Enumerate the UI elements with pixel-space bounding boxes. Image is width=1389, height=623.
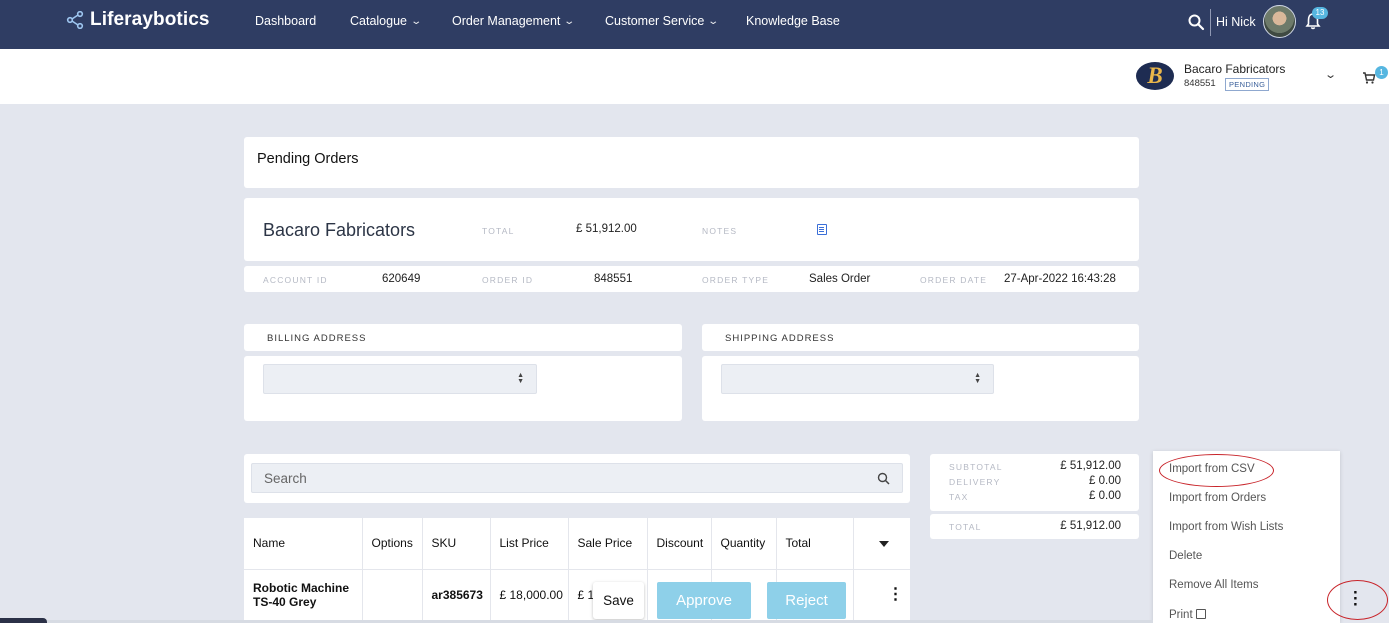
nav-catalogue[interactable]: Catalogue ⌄ xyxy=(350,14,423,28)
total-value: £ 51,912.00 xyxy=(576,223,637,235)
col-list-price[interactable]: List Price xyxy=(490,518,569,569)
account-bar xyxy=(0,49,1389,104)
order-type-value: Sales Order xyxy=(809,273,871,285)
delivery-label: DELIVERY xyxy=(949,477,1001,487)
top-navbar: Liferaybotics Dashboard Catalogue ⌄ Order… xyxy=(0,0,1389,49)
nav-dashboard[interactable]: Dashboard xyxy=(255,14,316,28)
search-icon[interactable] xyxy=(877,472,890,485)
col-sku[interactable]: SKU xyxy=(422,518,491,569)
order-id-value: 848551 xyxy=(594,273,633,285)
delivery-value: £ 0.00 xyxy=(1089,475,1121,487)
select-arrows-icon: ▲ ▼ xyxy=(974,372,981,385)
notification-badge: 13 xyxy=(1312,7,1328,19)
summary-total-value: £ 51,912.00 xyxy=(1060,520,1121,532)
order-date-label: ORDER DATE xyxy=(920,275,988,285)
share-icon xyxy=(66,11,84,29)
cart-badge: 1 xyxy=(1375,66,1388,79)
chevron-down-icon: ⌄ xyxy=(707,15,720,27)
notes-icon[interactable] xyxy=(817,224,827,235)
order-date-value: 27-Apr-2022 16:43:28 xyxy=(1004,273,1116,285)
account-id-value: 620649 xyxy=(382,273,421,285)
status-badge: PENDING xyxy=(1225,78,1270,91)
search-icon[interactable] xyxy=(1187,13,1205,31)
nav-order-management[interactable]: Order Management ⌄ xyxy=(452,14,576,28)
subtotal-label: SUBTOTAL xyxy=(949,462,1003,472)
item-sku: ar385673 xyxy=(422,568,491,621)
search-input[interactable]: Search xyxy=(251,463,903,493)
order-type-label: ORDER TYPE xyxy=(702,275,770,285)
col-total[interactable]: Total xyxy=(776,518,854,569)
chevron-down-icon[interactable]: ⌄ xyxy=(1324,68,1337,81)
order-company-name: Bacaro Fabricators xyxy=(263,220,416,240)
nav-knowledge-base[interactable]: Knowledge Base xyxy=(746,14,840,28)
billing-address-label: BILLING ADDRESS xyxy=(267,333,367,344)
col-sale-price[interactable]: Sale Price xyxy=(568,518,648,569)
menu-import-orders[interactable]: Import from Orders xyxy=(1169,492,1266,504)
item-list-price: £ 18,000.00 xyxy=(490,568,569,621)
tax-value: £ 0.00 xyxy=(1089,490,1121,502)
col-discount[interactable]: Discount xyxy=(647,518,712,569)
notes-label: NOTES xyxy=(702,226,738,236)
nav-divider xyxy=(1210,9,1211,36)
account-order-number: 848551 xyxy=(1184,78,1216,89)
annotation-circle xyxy=(1159,454,1274,487)
table-header-row: Name Options SKU List Price Sale Price D… xyxy=(244,518,910,569)
chevron-down-icon: ⌄ xyxy=(410,15,423,27)
select-arrows-icon: ▲ ▼ xyxy=(517,372,524,385)
subtotal-value: £ 51,912.00 xyxy=(1060,460,1121,472)
chevron-down-icon: ⌄ xyxy=(563,15,576,27)
item-options xyxy=(362,568,423,621)
menu-remove-all-items[interactable]: Remove All Items xyxy=(1169,579,1258,591)
col-name[interactable]: Name xyxy=(244,518,363,569)
item-name: Robotic Machine TS-40 Grey xyxy=(244,568,363,621)
item-actions: ⋮ xyxy=(853,568,910,621)
kebab-menu-icon[interactable]: ⋮ xyxy=(888,587,904,603)
search-placeholder: Search xyxy=(264,471,307,486)
shipping-address-label: SHIPPING ADDRESS xyxy=(725,333,835,344)
cart-icon[interactable] xyxy=(1362,71,1376,85)
reject-button[interactable]: Reject xyxy=(767,582,846,619)
account-id-label: ACCOUNT ID xyxy=(263,275,328,285)
total-label: TOTAL xyxy=(482,226,515,236)
kebab-menu-icon[interactable]: · · · xyxy=(1353,584,1359,613)
col-options[interactable]: Options xyxy=(362,518,423,569)
external-link-icon xyxy=(1195,609,1206,619)
menu-import-wish-lists[interactable]: Import from Wish Lists xyxy=(1169,521,1283,533)
col-actions[interactable] xyxy=(853,518,910,569)
page-title: Pending Orders xyxy=(257,151,359,167)
order-id-label: ORDER ID xyxy=(482,275,534,285)
brand-logo[interactable]: Liferaybotics xyxy=(66,9,210,31)
billing-address-select[interactable]: ▲ ▼ xyxy=(263,364,537,394)
shipping-address-select[interactable]: ▲ ▼ xyxy=(721,364,994,394)
account-name[interactable]: Bacaro Fabricators xyxy=(1184,62,1285,76)
caret-down-icon[interactable] xyxy=(878,541,889,548)
menu-delete[interactable]: Delete xyxy=(1169,550,1202,562)
menu-print[interactable]: Print xyxy=(1169,608,1206,621)
brand-name: Liferaybotics xyxy=(90,9,210,30)
user-greeting[interactable]: Hi Nick xyxy=(1216,15,1256,29)
tax-label: TAX xyxy=(949,492,969,502)
avatar[interactable] xyxy=(1263,5,1296,38)
col-quantity[interactable]: Quantity xyxy=(711,518,777,569)
approve-button[interactable]: Approve xyxy=(657,582,751,619)
summary-total-label: TOTAL xyxy=(949,522,982,532)
save-button[interactable]: Save xyxy=(593,582,644,619)
bottom-tab xyxy=(0,618,47,623)
nav-customer-service[interactable]: Customer Service ⌄ xyxy=(605,14,720,28)
page-title-card xyxy=(244,137,1139,188)
account-logo: B xyxy=(1136,62,1174,90)
